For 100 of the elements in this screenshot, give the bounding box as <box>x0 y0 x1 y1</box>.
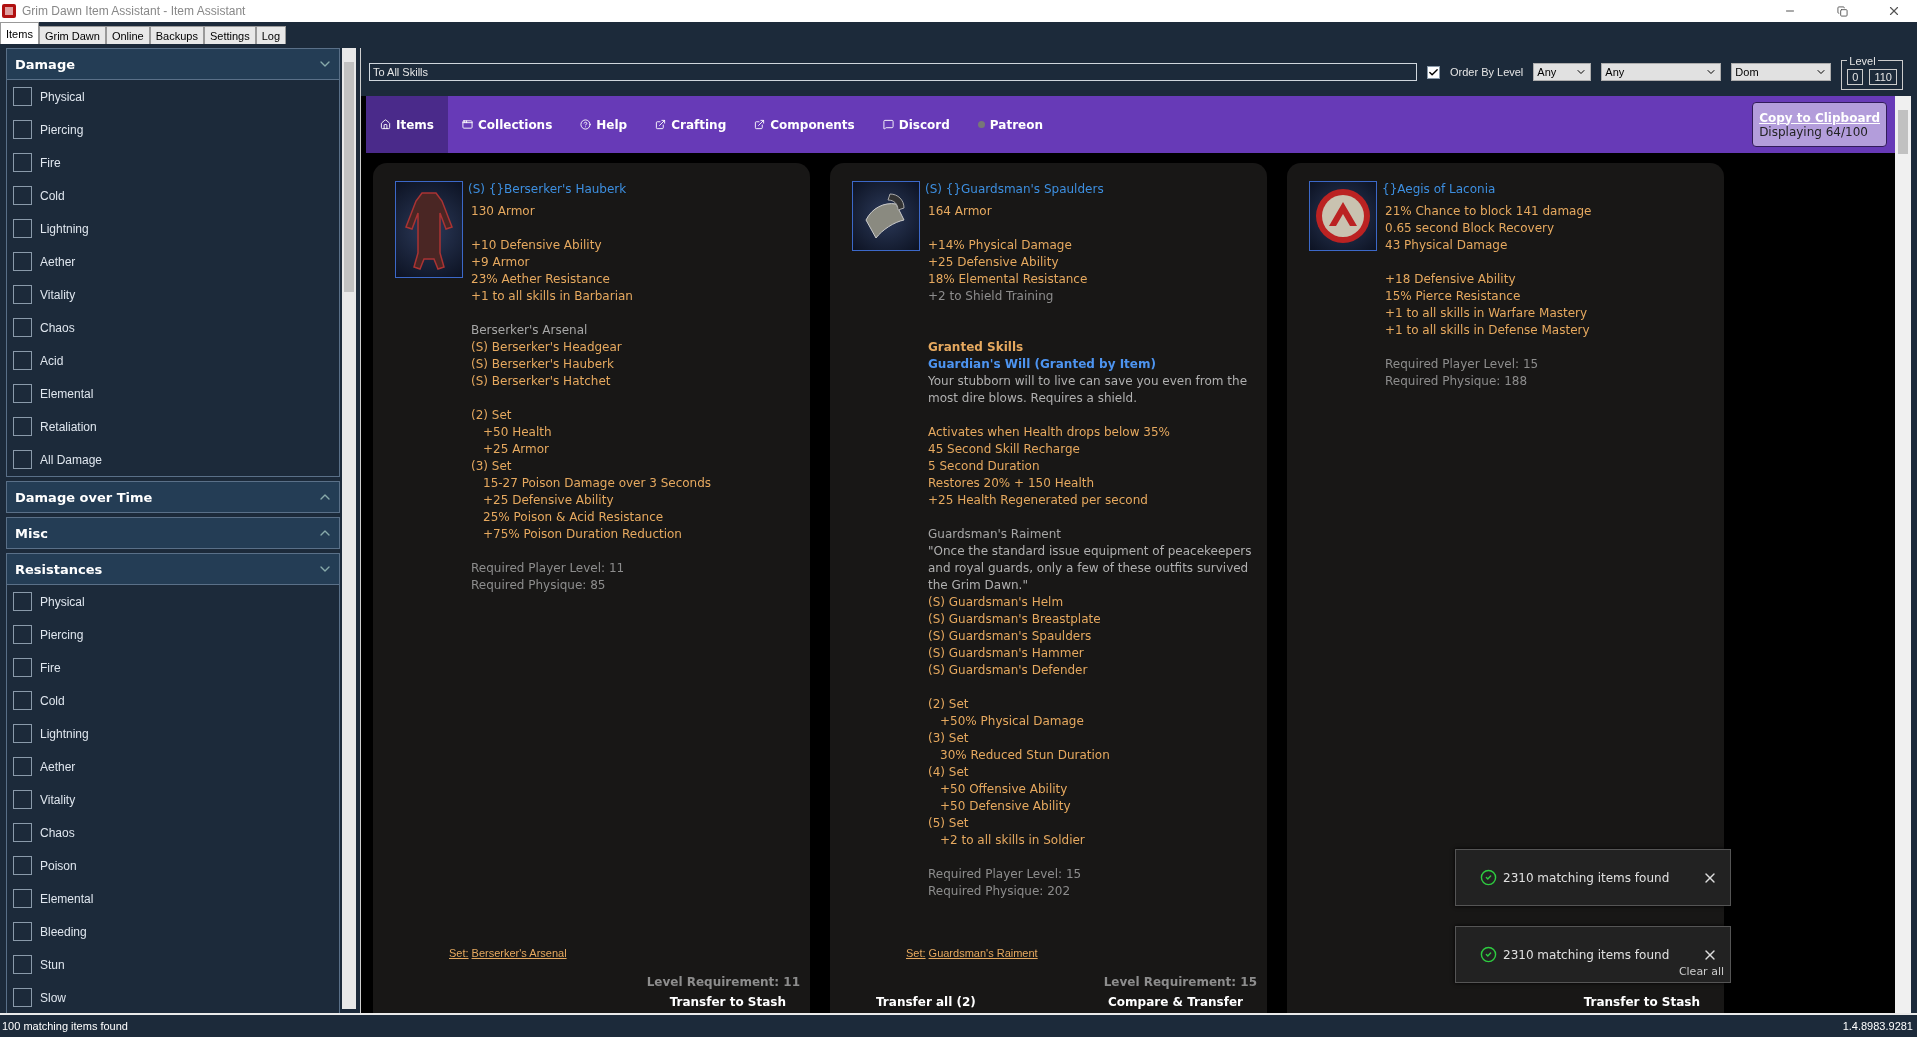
stat-line: (3) Set <box>471 458 513 475</box>
nav-tab[interactable]: Crafting <box>641 96 741 153</box>
action-button[interactable]: Transfer to Stash <box>669 995 786 1009</box>
scrollbar[interactable] <box>342 48 356 1009</box>
checkbox[interactable] <box>13 955 32 974</box>
checkbox[interactable] <box>13 625 32 644</box>
app-tab[interactable]: Log <box>255 26 287 44</box>
stat-line: +14% Physical Damage <box>928 237 1073 254</box>
checkbox[interactable] <box>13 450 32 469</box>
section-header[interactable]: Misc <box>7 518 339 548</box>
app-tab[interactable]: Online <box>105 26 150 44</box>
checkbox[interactable] <box>13 889 32 908</box>
nav-tab[interactable]: Collections <box>448 96 567 153</box>
section-header[interactable]: Damage over Time <box>7 482 339 512</box>
stat-line: +25 Health Regenerated per second <box>928 492 1149 509</box>
action-button[interactable]: Compare & Transfer <box>1108 995 1243 1009</box>
checkbox-label: Slow <box>40 990 66 1005</box>
app-tab[interactable]: Settings <box>203 26 256 44</box>
checkbox[interactable] <box>13 153 32 172</box>
checkbox[interactable] <box>13 120 32 139</box>
stat-line: 130 Armor <box>471 203 536 220</box>
checkbox-label: Retaliation <box>40 419 97 434</box>
checkbox[interactable] <box>13 219 32 238</box>
checkbox[interactable] <box>1426 65 1440 79</box>
search-field[interactable]: To All Skills <box>369 63 1417 81</box>
checkbox-label: Physical <box>40 594 85 609</box>
stat-line: 45 Second Skill Recharge <box>928 441 1081 458</box>
nav-tab[interactable]: Components <box>740 96 869 153</box>
min-level-field[interactable]: 0 <box>1847 68 1864 85</box>
scrollbar[interactable] <box>1895 96 1911 1013</box>
app-tab[interactable]: Items <box>0 22 39 44</box>
checkbox[interactable] <box>13 417 32 436</box>
checkbox[interactable] <box>13 186 32 205</box>
stat-line: +2 to Shield Training <box>928 288 1055 305</box>
checkbox[interactable] <box>13 724 32 743</box>
nav-tab[interactable]: Discord <box>868 96 964 153</box>
stat-line: +50 Health <box>482 424 553 441</box>
stat-line: Restores 20% + 150 Health <box>928 475 1096 492</box>
checkbox-label: Order By Level <box>1449 66 1524 78</box>
set-name-link[interactable]: Guardsman's Raiment <box>928 947 1038 959</box>
checkbox[interactable] <box>13 285 32 304</box>
checkbox-label: Fire <box>40 660 61 675</box>
nav-tab[interactable]: Items <box>366 96 448 153</box>
stat-line: 43 Physical Damage <box>1385 237 1509 254</box>
checkbox[interactable] <box>13 318 32 337</box>
stat-line: (S) Berserker's Hatchet <box>471 373 612 390</box>
checkbox[interactable] <box>13 384 32 403</box>
stat-line: +25 Defensive Ability <box>482 492 615 509</box>
success-icon <box>1480 946 1497 963</box>
checkbox-label: Lightning <box>40 221 89 236</box>
checkbox-label: Bleeding <box>40 924 87 939</box>
stat-line: (3) Set <box>928 730 970 747</box>
checkbox[interactable] <box>13 823 32 842</box>
app-tab[interactable]: Grim Dawn <box>38 26 106 44</box>
set-prefix-link[interactable]: Set: <box>906 947 926 959</box>
checkbox[interactable] <box>13 658 32 677</box>
app-tab[interactable]: Backups <box>149 26 204 44</box>
dot-icon <box>977 121 985 128</box>
checkbox-label: Elemental <box>40 891 94 906</box>
section-header[interactable]: Resistances <box>7 554 339 585</box>
checkbox[interactable] <box>13 351 32 370</box>
max-level-field[interactable]: 110 <box>1869 68 1897 85</box>
section-header[interactable]: Damage <box>7 49 339 80</box>
checkbox[interactable] <box>13 87 32 106</box>
set-name-link[interactable]: Berserker's Arsenal <box>471 947 567 959</box>
action-button[interactable]: Transfer all (2) <box>876 995 976 1009</box>
checkbox[interactable] <box>13 856 32 875</box>
checkbox[interactable] <box>13 757 32 776</box>
dropdown[interactable]: Dom <box>1731 63 1832 81</box>
stat-line: +50 Defensive Ability <box>939 798 1072 815</box>
checkbox[interactable] <box>13 691 32 710</box>
restore-icon[interactable] <box>1836 5 1848 17</box>
checkbox-label: Fire <box>40 155 61 170</box>
checkbox-label: Poison <box>40 858 77 873</box>
stat-line: Required Player Level: 15 <box>928 866 1083 883</box>
stat-line: 164 Armor <box>928 203 993 220</box>
clear-all-link[interactable]: Clear all <box>1678 965 1724 978</box>
status-text: 100 matching items found <box>2 1020 128 1032</box>
checkbox[interactable] <box>13 790 32 809</box>
stat-line: 18% Elemental Resistance <box>928 271 1089 288</box>
stat-line: 21% Chance to block 141 damage <box>1385 203 1593 220</box>
nav-tab[interactable]: Patreon <box>963 96 1057 153</box>
nav-tab[interactable]: Help <box>566 96 642 153</box>
checkbox-label: Cold <box>40 188 65 203</box>
set-prefix-link[interactable]: Set: <box>449 947 469 959</box>
stat-line: 15% Pierce Resistance <box>1385 288 1522 305</box>
close-icon[interactable] <box>1887 4 1901 18</box>
action-button[interactable]: Transfer to Stash <box>1583 995 1700 1009</box>
checkbox[interactable] <box>13 922 32 941</box>
level-requirement: Level Requirement: 11 <box>645 975 800 989</box>
dropdown[interactable]: Any <box>1601 63 1722 81</box>
dropdown[interactable]: Any <box>1533 63 1592 81</box>
stat-line: (4) Set <box>928 764 970 781</box>
checkbox[interactable] <box>13 988 32 1007</box>
checkbox[interactable] <box>13 592 32 611</box>
stat-line: (S) Guardsman's Spaulders <box>928 628 1093 645</box>
home-icon <box>380 119 391 130</box>
checkbox-label: Stun <box>40 957 65 972</box>
item-title: {}Aegis of Laconia <box>1382 181 1497 198</box>
checkbox[interactable] <box>13 252 32 271</box>
